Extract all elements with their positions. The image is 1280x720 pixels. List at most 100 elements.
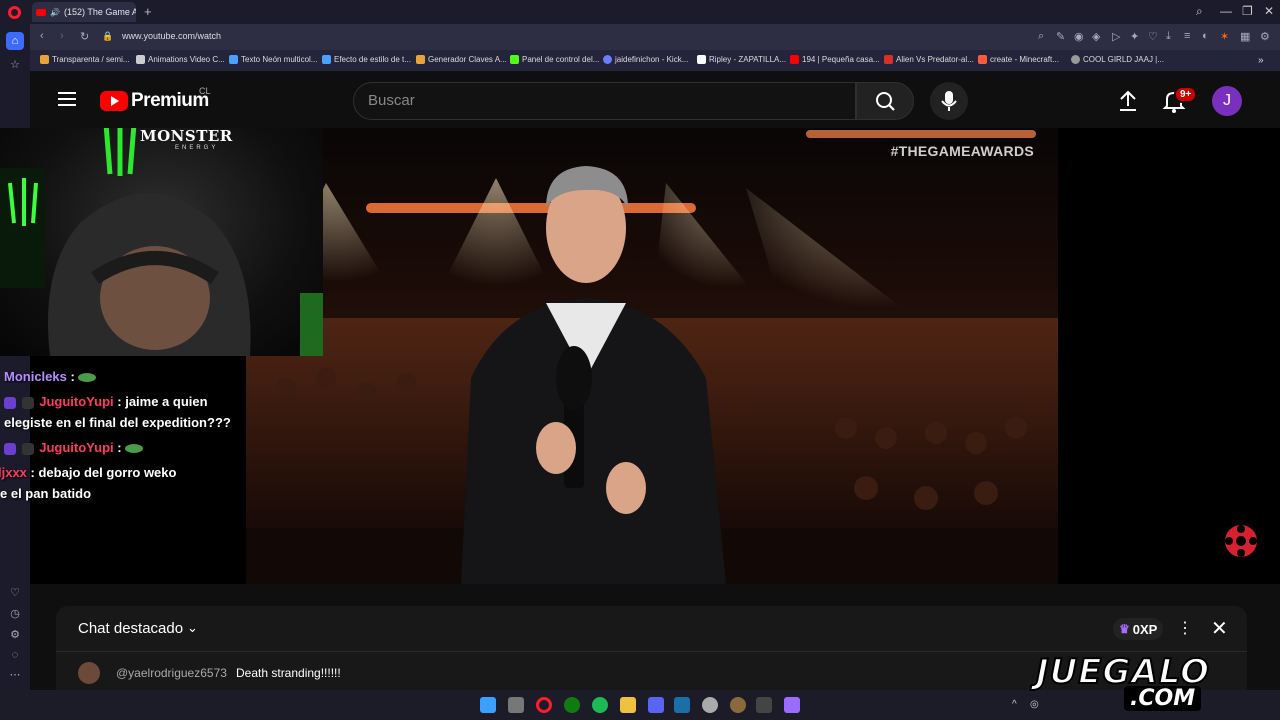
close-icon[interactable]: ✕ — [1211, 616, 1228, 641]
bookmark-item[interactable]: 194 | Pequeña casa... — [790, 55, 880, 64]
new-tab-button[interactable]: + — [144, 4, 152, 19]
search-input[interactable] — [368, 92, 838, 109]
bookmark-item[interactable]: Panel de control del... — [510, 55, 599, 64]
back-icon[interactable]: ‹ — [40, 30, 44, 42]
notification-count-badge: 9+ — [1174, 86, 1198, 103]
bookmark-favicon-icon — [1071, 55, 1080, 64]
edit-icon[interactable]: ✎ — [1056, 30, 1065, 43]
bookmarks-overflow-icon[interactable]: » — [1258, 55, 1264, 66]
download-icon[interactable]: ⤓ — [1166, 30, 1171, 43]
message-text: Death stranding!!!!!! — [236, 666, 341, 680]
extension-icon[interactable]: ✦ — [1130, 30, 1139, 43]
opera-logo-icon[interactable] — [8, 6, 21, 19]
hamburger-menu-icon[interactable] — [58, 92, 76, 106]
forward-icon[interactable]: › — [60, 30, 64, 42]
video-frame[interactable]: #THEGAMEAWARDS — [246, 128, 1058, 584]
bookmark-item[interactable]: Animations Video C... — [136, 55, 225, 64]
more-options-icon[interactable]: ⋮ — [1177, 618, 1193, 638]
bookmark-item[interactable]: COOL GIRLD JAAJ |... — [1071, 55, 1164, 64]
zoom-icon[interactable]: ⌕ — [1038, 30, 1044, 43]
bookmark-favicon-icon — [603, 55, 612, 64]
bookmarks-bar: Transparenta / semi... Animations Video … — [30, 50, 1280, 72]
chevron-down-icon[interactable]: ⌄ — [187, 620, 198, 636]
settings-icon[interactable]: ⚙ — [8, 628, 22, 642]
profile-icon[interactable]: ◐ — [1202, 30, 1209, 42]
reload-icon[interactable]: ↻ — [80, 30, 89, 43]
app-icon[interactable] — [702, 697, 718, 713]
more-sidebar-icon[interactable]: ⋯ — [8, 668, 22, 682]
subscriber-badge-icon — [4, 442, 16, 455]
bookmark-item[interactable]: Efecto de estilo de t... — [322, 55, 411, 64]
steam-icon[interactable] — [674, 697, 690, 713]
bulb-icon[interactable]: ◌ — [8, 648, 22, 662]
url-field[interactable]: www.youtube.com/watch — [122, 31, 221, 41]
bookmark-favicon-icon — [697, 55, 706, 64]
file-explorer-icon[interactable] — [620, 697, 636, 713]
user-badge-icon — [21, 396, 34, 409]
star-icon[interactable]: ☆ — [8, 58, 22, 72]
app-icon[interactable] — [756, 697, 772, 713]
heart-icon[interactable]: ♡ — [8, 586, 22, 600]
extensions-menu-icon[interactable]: ⚙ — [1260, 30, 1270, 43]
youtube-premium-label[interactable]: Premium — [131, 90, 209, 112]
history-icon[interactable]: ◷ — [8, 607, 22, 621]
youtube-logo-icon[interactable] — [100, 91, 128, 111]
upload-button[interactable] — [1116, 88, 1140, 114]
xbox-icon[interactable] — [564, 697, 580, 713]
chat-message: JuguitoYupi : jaime a quien — [4, 394, 208, 409]
event-hashtag: #THEGAMEAWARDS — [890, 143, 1034, 159]
chat-message: JuguitoYupi : — [4, 440, 144, 455]
bookmark-item[interactable]: jaidefinichon - Kick... — [603, 55, 688, 64]
camera-icon[interactable]: ◉ — [1074, 30, 1084, 43]
bookmark-favicon-icon — [322, 55, 331, 64]
xp-badge[interactable]: ♛ 0XP — [1113, 618, 1164, 640]
close-window-button[interactable]: ✕ — [1264, 4, 1274, 18]
search-tabs-icon[interactable]: ⌕ — [1196, 4, 1203, 19]
message-author[interactable]: @yaelrodriguez6573 — [116, 666, 227, 680]
bookmark-favicon-icon — [790, 55, 799, 64]
task-view-icon[interactable] — [508, 697, 524, 713]
tray-overflow-icon[interactable]: ^ — [1012, 699, 1017, 710]
app-icon[interactable] — [784, 697, 800, 713]
app-icon[interactable] — [730, 697, 746, 713]
restore-button[interactable]: ❐ — [1242, 4, 1253, 18]
frog-emote-icon — [125, 444, 144, 454]
play-icon[interactable]: ▷ — [1112, 30, 1120, 43]
avatar[interactable]: J — [1212, 86, 1242, 116]
list-icon[interactable]: ≡ — [1184, 30, 1190, 42]
windows-start-icon[interactable] — [480, 697, 496, 713]
discord-icon[interactable] — [648, 697, 664, 713]
browser-tab-active[interactable]: 🔊 (152) The Game Awa — [32, 2, 136, 22]
search-button[interactable] — [856, 82, 914, 120]
bookmark-favicon-icon — [40, 55, 49, 64]
bookmark-favicon-icon — [229, 55, 238, 64]
bookmark-item[interactable]: Alien Vs Predator-al... — [884, 55, 974, 64]
extension-orange-icon[interactable]: ✶ — [1220, 30, 1229, 43]
bookmark-item[interactable]: Generador Claves A... — [416, 55, 507, 64]
address-bar: ‹ › ↻ 🔒 www.youtube.com/watch ⌕ ✎ ◉ ◈ ▷ … — [30, 24, 1280, 50]
chat-message-continuation: elegiste en el final del expedition??? — [4, 415, 231, 430]
bookmark-item[interactable]: Ripley - ZAPATILLA... — [697, 55, 786, 64]
extension-counter-icon[interactable]: ▦ — [1240, 30, 1250, 43]
xp-value: 0XP — [1132, 621, 1158, 637]
shield-icon[interactable]: ◈ — [1092, 30, 1100, 43]
bookmark-item[interactable]: Transparenta / semi... — [40, 55, 130, 64]
home-icon[interactable]: ⌂ — [6, 32, 24, 50]
featured-chat-title[interactable]: Chat destacado — [78, 620, 183, 637]
streamer-webcam — [0, 128, 323, 356]
search-box[interactable] — [353, 82, 856, 120]
frog-emote-icon — [78, 373, 97, 383]
heart-bookmark-icon[interactable]: ♡ — [1148, 30, 1158, 43]
opera-taskbar-icon[interactable] — [536, 697, 552, 713]
minimize-button[interactable]: — — [1220, 4, 1232, 18]
youtube-favicon-icon — [36, 8, 46, 16]
bookmark-item[interactable]: Texto Neón multicol... — [229, 55, 317, 64]
subscriber-badge-icon — [4, 396, 16, 409]
bookmark-item[interactable]: create - Minecraft... — [978, 55, 1059, 64]
voice-search-button[interactable] — [930, 82, 968, 120]
avatar[interactable] — [78, 662, 100, 684]
spotify-icon[interactable] — [592, 697, 608, 713]
bookmark-favicon-icon — [416, 55, 425, 64]
site-watermark: JUEGALO .COM — [1035, 651, 1274, 714]
sponsor-logo: MONSTER — [140, 127, 233, 145]
